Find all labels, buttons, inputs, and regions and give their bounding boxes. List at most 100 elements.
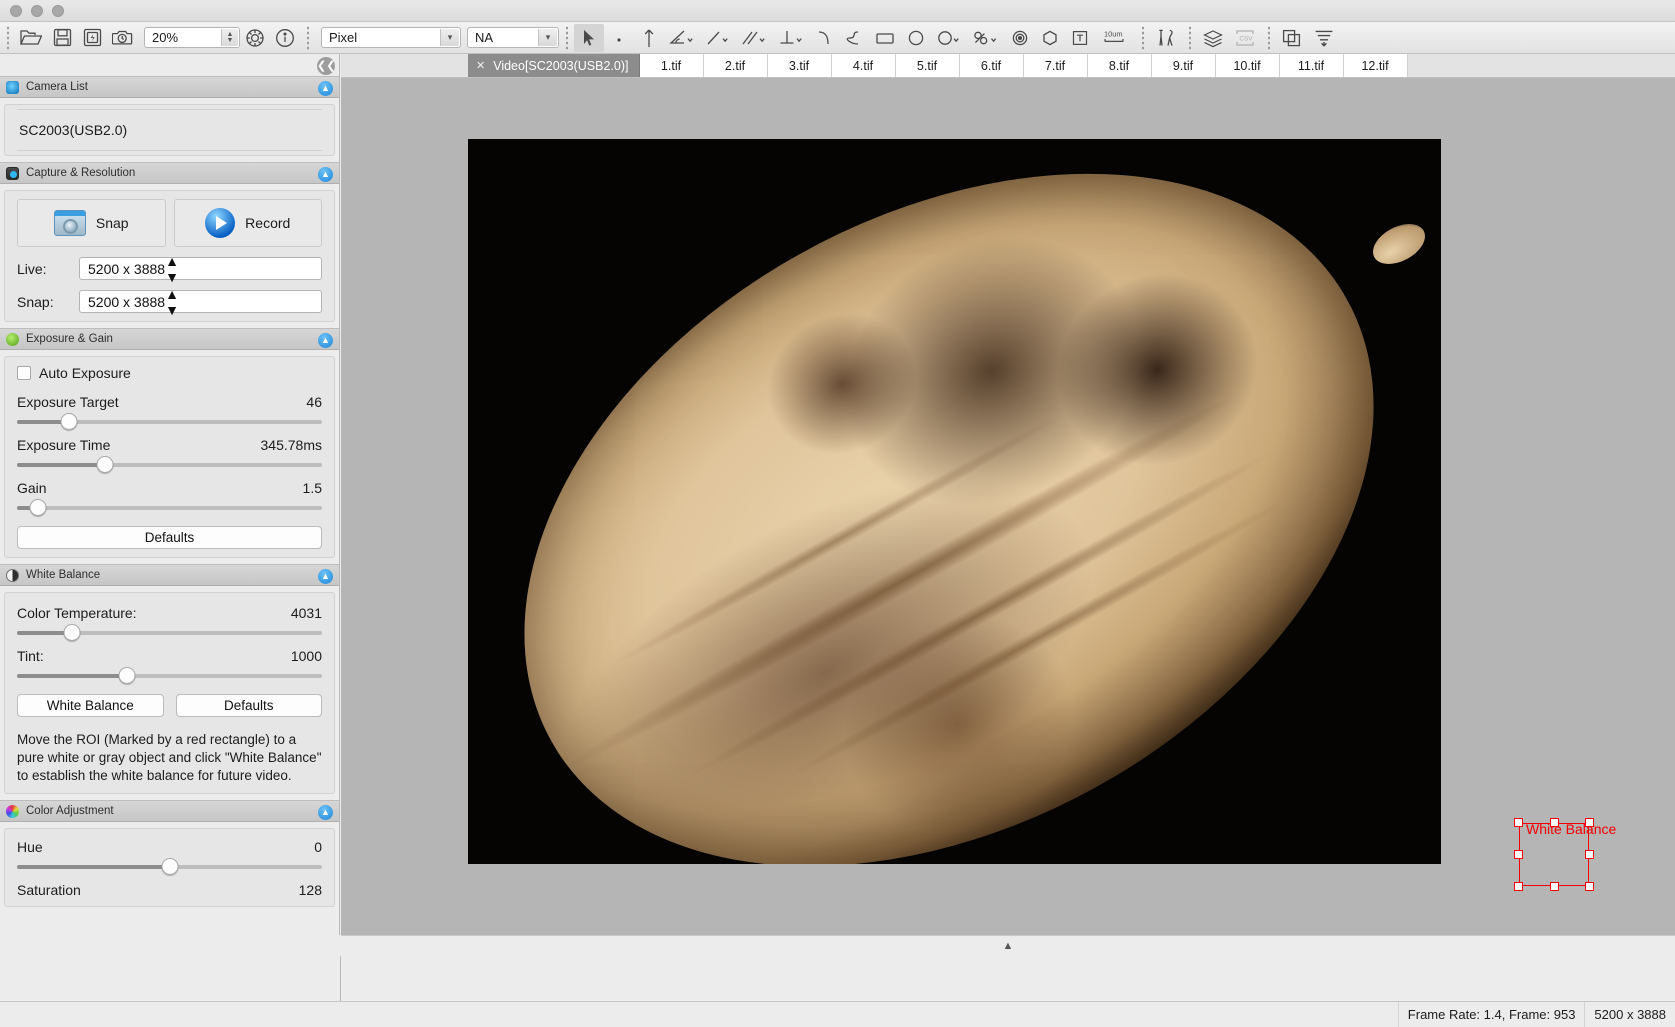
scale-bar-icon[interactable]: 10um bbox=[1095, 24, 1135, 52]
arrow-pointer-icon[interactable] bbox=[574, 23, 604, 52]
white-balance-defaults-button[interactable]: Defaults bbox=[175, 694, 322, 717]
toolbar-grip[interactable] bbox=[3, 24, 12, 51]
white-balance-roi[interactable] bbox=[1514, 818, 1594, 891]
polygon-icon[interactable] bbox=[1035, 24, 1065, 52]
layers-icon[interactable] bbox=[1197, 24, 1229, 52]
roi-handle-w[interactable] bbox=[1514, 850, 1523, 859]
auto-exposure-row[interactable]: Auto Exposure bbox=[17, 365, 322, 381]
arrow-up-icon[interactable] bbox=[634, 24, 664, 52]
circle-icon[interactable] bbox=[931, 24, 967, 52]
gain-slider-knob[interactable] bbox=[29, 499, 47, 516]
gear-icon[interactable] bbox=[240, 24, 270, 52]
window-minimize-button[interactable] bbox=[31, 5, 43, 17]
compare-icon[interactable] bbox=[1276, 24, 1308, 52]
tab-6tif[interactable]: 6.tif bbox=[959, 54, 1024, 77]
tab-3tif[interactable]: 3.tif bbox=[767, 54, 832, 77]
toolbar-grip-5[interactable] bbox=[1185, 24, 1194, 51]
zoom-stepper[interactable]: ▲ ▼ bbox=[221, 29, 238, 46]
tab-10tif[interactable]: 10.tif bbox=[1215, 54, 1280, 77]
toolbar-grip-4[interactable] bbox=[1138, 24, 1147, 51]
roi-handle-se[interactable] bbox=[1585, 882, 1594, 891]
toolbar-grip-2[interactable] bbox=[303, 24, 312, 51]
ellipse-icon[interactable] bbox=[901, 24, 931, 52]
roi-handle-e[interactable] bbox=[1585, 850, 1594, 859]
panel-header-white-balance[interactable]: White Balance ▲ bbox=[0, 564, 339, 586]
hue-slider-knob[interactable] bbox=[161, 858, 178, 875]
camera-list-item[interactable]: SC2003(USB2.0) bbox=[17, 109, 322, 151]
tab-9tif[interactable]: 9.tif bbox=[1151, 54, 1216, 77]
panel-toggle-capture-resolution[interactable]: ▲ bbox=[318, 167, 333, 182]
color-temperature-slider-knob[interactable] bbox=[63, 624, 81, 641]
live-resolution-stepper[interactable]: ▲ ▼ bbox=[165, 253, 179, 285]
toolbar-grip-6[interactable] bbox=[1264, 24, 1273, 51]
panel-toggle-exposure-gain[interactable]: ▲ bbox=[318, 333, 333, 348]
align-icon[interactable] bbox=[1308, 24, 1340, 52]
record-button[interactable]: Record bbox=[173, 199, 322, 247]
line-icon[interactable] bbox=[700, 24, 736, 52]
hue-slider[interactable] bbox=[17, 858, 322, 875]
panel-header-capture-resolution[interactable]: Capture & Resolution ▲ bbox=[0, 162, 339, 184]
panel-toggle-color-adjustment[interactable]: ▲ bbox=[318, 805, 333, 820]
white-balance-button[interactable]: White Balance bbox=[17, 694, 164, 717]
tab-1tif[interactable]: 1.tif bbox=[639, 54, 704, 77]
arc-icon[interactable] bbox=[809, 24, 839, 52]
unit-chevron-down-icon[interactable] bbox=[440, 29, 459, 46]
unit-combobox[interactable]: Pixel bbox=[321, 27, 461, 48]
tab-5tif[interactable]: 5.tif bbox=[895, 54, 960, 77]
panel-header-color-adjustment[interactable]: Color Adjustment ▲ bbox=[0, 800, 339, 822]
roi-handle-ne[interactable] bbox=[1585, 818, 1594, 827]
image-viewport[interactable]: White Balance bbox=[341, 78, 1675, 935]
gain-slider[interactable] bbox=[17, 499, 322, 516]
timed-capture-icon[interactable] bbox=[107, 24, 138, 52]
exposure-defaults-button[interactable]: Defaults bbox=[17, 526, 322, 549]
save-disk-icon[interactable] bbox=[47, 24, 77, 52]
parallel-lines-icon[interactable] bbox=[736, 24, 773, 52]
color-temperature-slider[interactable] bbox=[17, 624, 322, 641]
snap-resolution-combobox[interactable]: 5200 x 3888 ▲ ▼ bbox=[79, 286, 322, 318]
batch-save-icon[interactable] bbox=[77, 24, 107, 52]
chevron-left-icon[interactable]: ❮❮ bbox=[317, 57, 335, 75]
angle-icon[interactable] bbox=[664, 24, 700, 52]
point-icon[interactable] bbox=[604, 24, 634, 52]
tab-video[interactable]: ✕ Video[SC2003(USB2.0)] bbox=[468, 54, 640, 77]
panel-toggle-camera-list[interactable]: ▲ bbox=[318, 81, 333, 96]
tint-slider[interactable] bbox=[17, 667, 322, 684]
roi-handle-nw[interactable] bbox=[1514, 818, 1523, 827]
exposure-time-slider[interactable] bbox=[17, 456, 322, 473]
panel-toggle-white-balance[interactable]: ▲ bbox=[318, 569, 333, 584]
close-icon[interactable]: ✕ bbox=[476, 59, 485, 72]
tab-8tif[interactable]: 8.tif bbox=[1087, 54, 1152, 77]
bottom-panel-collapse-handle[interactable]: ▲ bbox=[341, 935, 1675, 956]
live-video-image[interactable] bbox=[468, 139, 1441, 864]
open-folder-icon[interactable] bbox=[15, 24, 47, 52]
zoom-level-combobox[interactable]: 20% ▲ ▼ bbox=[144, 27, 240, 48]
tab-11tif[interactable]: 11.tif bbox=[1279, 54, 1344, 77]
toolbar-grip-3[interactable] bbox=[562, 24, 571, 51]
perpendicular-icon[interactable] bbox=[773, 24, 809, 52]
chain-circles-icon[interactable] bbox=[967, 24, 1005, 52]
panel-header-exposure-gain[interactable]: Exposure & Gain ▲ bbox=[0, 328, 339, 350]
calibration-tools-icon[interactable] bbox=[1150, 24, 1182, 52]
csv-export-icon[interactable]: CSV bbox=[1229, 24, 1261, 52]
tab-7tif[interactable]: 7.tif bbox=[1023, 54, 1088, 77]
concentric-circles-icon[interactable] bbox=[1005, 24, 1035, 52]
text-icon[interactable] bbox=[1065, 24, 1095, 52]
exposure-target-slider-knob[interactable] bbox=[60, 413, 78, 430]
window-maximize-button[interactable] bbox=[52, 5, 64, 17]
rectangle-icon[interactable] bbox=[869, 24, 901, 52]
snap-button[interactable]: Snap bbox=[17, 199, 166, 247]
live-resolution-combobox[interactable]: 5200 x 3888 ▲ ▼ bbox=[79, 253, 322, 285]
tab-12tif[interactable]: 12.tif bbox=[1343, 54, 1408, 77]
tint-slider-knob[interactable] bbox=[118, 667, 136, 684]
info-icon[interactable] bbox=[270, 24, 300, 52]
roi-handle-s[interactable] bbox=[1550, 882, 1559, 891]
auto-exposure-checkbox[interactable] bbox=[17, 366, 31, 380]
panel-header-camera-list[interactable]: Camera List ▲ bbox=[0, 76, 339, 98]
exposure-target-slider[interactable] bbox=[17, 413, 322, 430]
window-close-button[interactable] bbox=[10, 5, 22, 17]
s-curve-icon[interactable] bbox=[839, 24, 869, 52]
tab-2tif[interactable]: 2.tif bbox=[703, 54, 768, 77]
snap-resolution-stepper[interactable]: ▲ ▼ bbox=[165, 286, 179, 318]
na-chevron-down-icon[interactable] bbox=[538, 29, 557, 46]
roi-handle-n[interactable] bbox=[1550, 818, 1559, 827]
